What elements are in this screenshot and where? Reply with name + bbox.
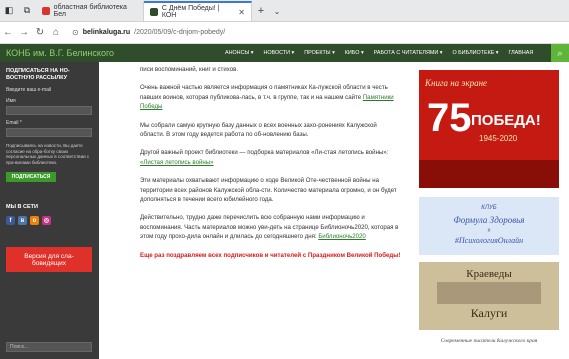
paragraph-text: Эти материалы охватывают информацию о хо… [140, 177, 397, 204]
social-heading: МЫ В СЕТИ [6, 204, 38, 210]
address-bar: ← → ↻ ⌂ ⊙ belinkaluga.ru/2020/05/09/c-dn… [0, 22, 569, 44]
lock-icon: ⊙ [72, 28, 79, 37]
menu-item-anonsy[interactable]: АНОНСЫ ▾ [220, 50, 258, 56]
menu-item-novosti[interactable]: НОВОСТИ ▾ [258, 50, 299, 56]
back-icon[interactable]: ← [0, 22, 16, 44]
paragraph: писи воспоминаний, книг и стихов. [140, 65, 402, 74]
site-logo[interactable]: КОНБ им. В.Г. Белинского [0, 48, 132, 58]
paragraph-text: писи воспоминаний, книг и стихов. [140, 66, 239, 73]
main-menu: АНОНСЫ ▾ НОВОСТИ ▾ ПРОЕКТЫ ▾ КИБО ▾ РАБО… [220, 50, 538, 56]
paragraph: Другой важный проект библиотеки — подбор… [140, 148, 402, 167]
club-label: КЛУБ [481, 205, 497, 211]
right-sidebar: Книга на экране 75 ПОБЕДА! 1945-2020 КЛУ… [410, 62, 565, 359]
email-placeholder-label: Введите ваш e-mail [6, 87, 52, 93]
ok-icon[interactable]: о [30, 216, 39, 225]
victory-banner[interactable]: Книга на экране 75 ПОБЕДА! 1945-2020 [419, 70, 559, 188]
health-club-banner[interactable]: КЛУБ Формула Здоровья # #ПсихологияОнлай… [419, 197, 559, 255]
home-icon[interactable]: ⌂ [48, 22, 64, 44]
paragraph: Эти материалы охватывают информацию о хо… [140, 176, 402, 204]
banner3-image [437, 282, 541, 304]
consent-text: Подписываясь на новости, Вы даете соглас… [6, 143, 90, 165]
tab-bar: ◧ ⧉ областная библиотека Бел С Днём Побе… [0, 0, 569, 22]
banner-image [419, 160, 559, 188]
club-hash: # [487, 228, 491, 234]
club-title: Формула Здоровья [453, 215, 525, 225]
browser-window: ◧ ⧉ областная библиотека Бел С Днём Побе… [0, 0, 569, 359]
refresh-icon[interactable]: ↻ [32, 22, 48, 44]
tab-label: областная библиотека Бел [53, 4, 127, 18]
paragraph-text: Очень важной частью является информация … [140, 84, 388, 101]
window-menu-icon[interactable]: ◧ [0, 0, 18, 21]
biblionight-link[interactable]: Библионочь2020 [318, 233, 366, 240]
tab-label: С Днём Победы! | КОН [161, 5, 220, 19]
site-header: КОНБ им. В.Г. Белинского АНОНСЫ ▾ НОВОСТ… [0, 44, 569, 62]
local-historians-banner[interactable]: Краеведы Калуги [419, 262, 559, 330]
paragraph: Очень важной частью является информация … [140, 83, 402, 111]
vk-icon[interactable]: в [18, 216, 27, 225]
club-hashtag: #ПсихологияОнлайн [454, 236, 524, 245]
closing-greeting: Еще раз поздравляем всех подписчиков и ч… [140, 251, 401, 259]
low-vision-button[interactable]: Версия для сла-бовидящих [6, 247, 92, 272]
email-field[interactable] [6, 128, 92, 137]
banner3-subtitle: Калуги [470, 306, 508, 320]
favicon-icon [42, 7, 50, 15]
name-field[interactable] [6, 106, 92, 115]
tab-actions-icon[interactable]: ⧉ [18, 0, 36, 21]
writers-banner-caption[interactable]: Современные писатели Калужского края [419, 338, 559, 345]
banner-years: 1945-2020 [479, 134, 518, 143]
paragraph-text: Другой важный проект библиотеки — подбор… [140, 149, 389, 157]
menu-item-about[interactable]: О БИБЛИОТЕКЕ ▾ [447, 50, 503, 56]
sidebar: ПОДПИСАТЬСЯ НА НО-ВОСТНУЮ РАССЫЛКУ Введи… [0, 62, 99, 359]
new-tab-icon[interactable]: + [252, 1, 270, 21]
banner-book-label: Книга на экране [425, 78, 488, 88]
war-chronicle-link[interactable]: «Листая летопись войны» [140, 159, 214, 166]
tab-victory[interactable]: С Днём Победы! | КОН ✕ [144, 1, 252, 21]
tab-library[interactable]: областная библиотека Бел [36, 1, 144, 21]
paragraph: Мы собрали самую крупную базу данных о в… [140, 121, 402, 140]
menu-item-home[interactable]: ГЛАВНАЯ [504, 50, 539, 56]
menu-item-kibo[interactable]: КИБО ▾ [340, 50, 369, 56]
menu-item-readers[interactable]: РАБОТА С ЧИТАТЕЛЯМИ ▾ [369, 50, 448, 56]
facebook-icon[interactable]: f [6, 216, 15, 225]
instagram-icon[interactable]: ◎ [42, 216, 51, 225]
email-label: Email * [6, 120, 22, 126]
banner-title: ПОБЕДА! [471, 112, 541, 129]
article-content: писи воспоминаний, книг и стихов. Очень … [140, 62, 402, 359]
forward-icon[interactable]: → [16, 22, 32, 44]
sidebar-search-input[interactable]: Поиск... [6, 342, 92, 352]
close-icon[interactable]: ✕ [238, 8, 245, 17]
name-label: Имя [6, 98, 16, 104]
favicon-icon [150, 8, 158, 16]
chevron-down-icon[interactable]: ⌄ [270, 1, 284, 21]
url-domain: belinkaluga.ru [82, 29, 131, 36]
banner3-title: Краеведы [466, 268, 512, 280]
subscribe-button[interactable]: ПОДПИСАТЬСЯ [6, 172, 56, 182]
url-path: /2020/05/09/c-dnjom-pobedy/ [134, 29, 226, 36]
paragraph-text: Мы собрали самую крупную базу данных о в… [140, 121, 377, 139]
menu-item-proekty[interactable]: ПРОЕКТЫ ▾ [299, 50, 340, 56]
subscribe-heading: ПОДПИСАТЬСЯ НА НО-ВОСТНУЮ РАССЫЛКУ [6, 68, 70, 81]
paragraph: Действительно, трудно даже перечислить в… [140, 213, 402, 241]
social-links: f в о ◎ [6, 216, 93, 225]
search-icon[interactable]: ⌕ [551, 44, 569, 62]
url-field[interactable]: ⊙ belinkaluga.ru/2020/05/09/c-dnjom-pobe… [72, 28, 225, 37]
banner-number: 75 [427, 96, 472, 140]
